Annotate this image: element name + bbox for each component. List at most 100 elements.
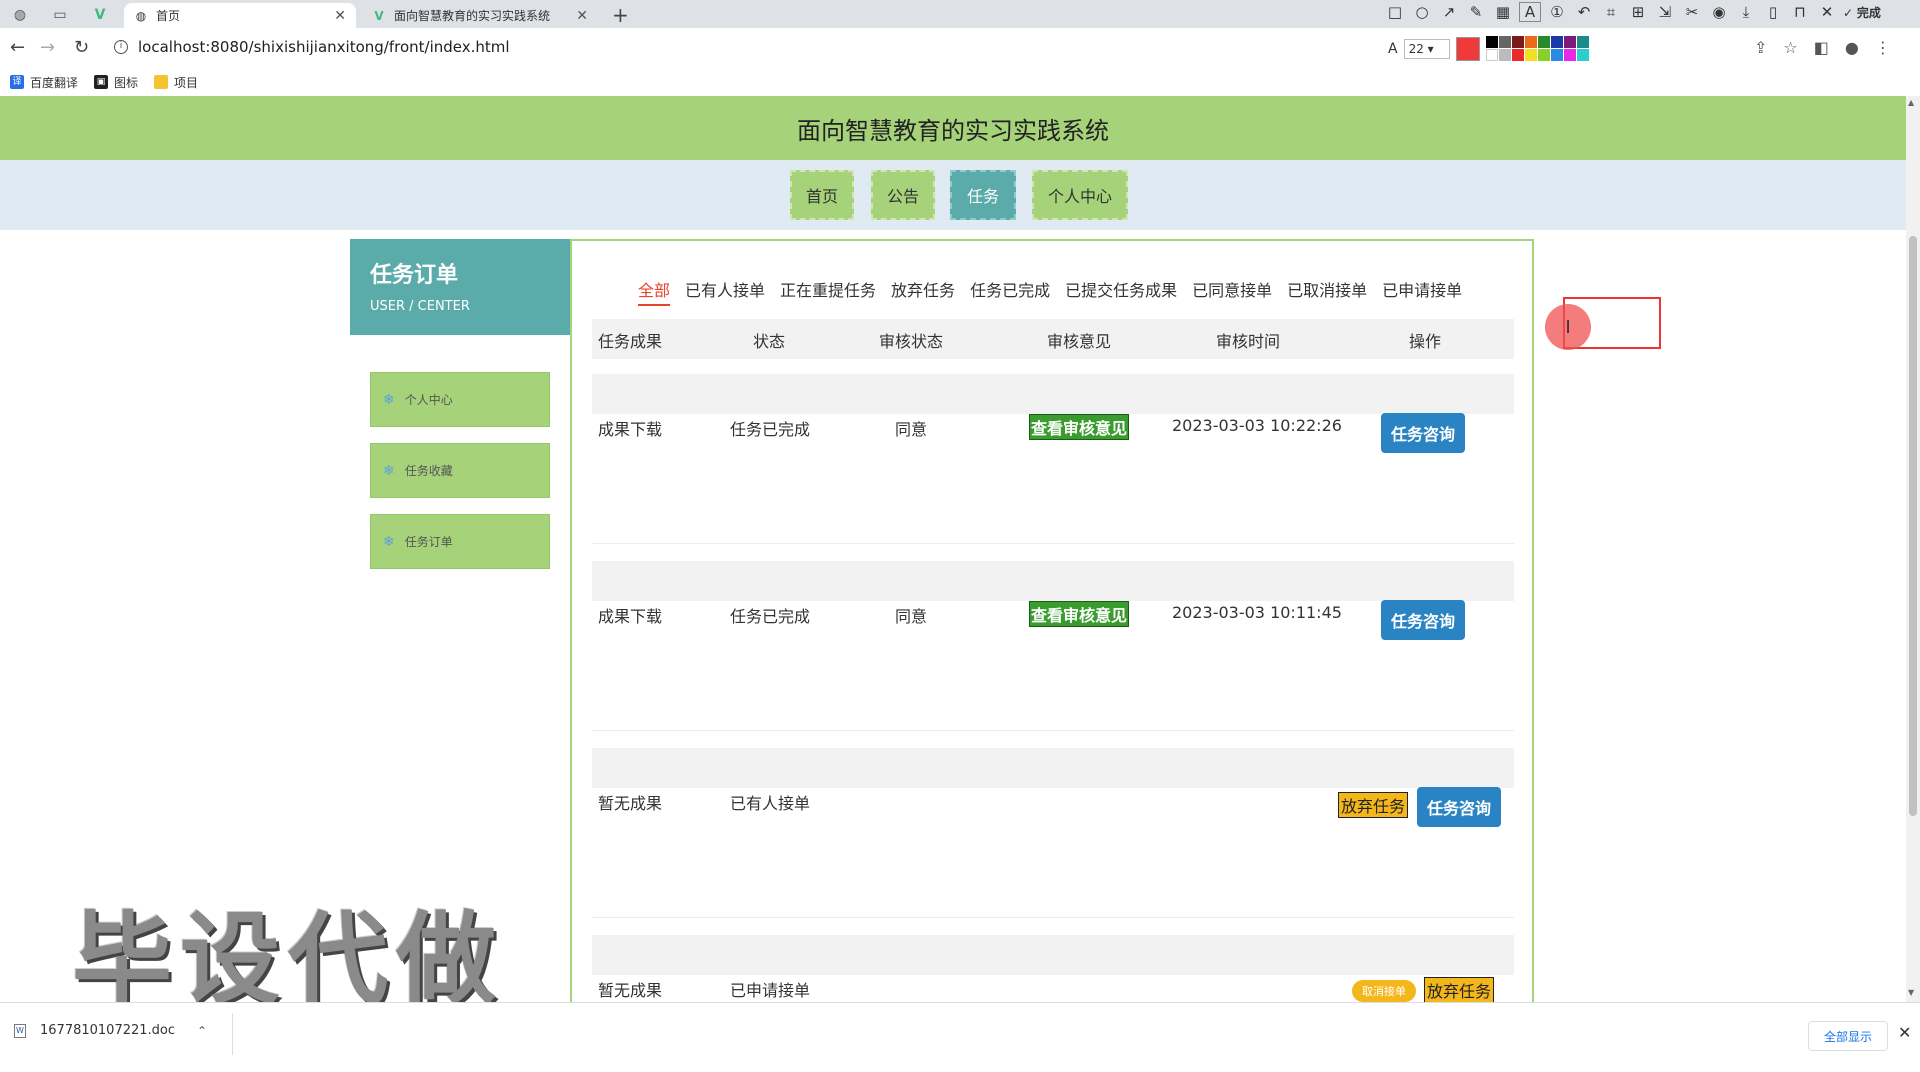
star-icon[interactable]: ☆ (1783, 38, 1797, 57)
profile-icon[interactable]: ● (1845, 38, 1859, 57)
record-icon[interactable]: ◉ (1708, 3, 1730, 21)
sidebar-item-task-orders[interactable]: ❄ 任务订单 (370, 514, 550, 569)
color-swatch[interactable] (1498, 49, 1511, 61)
color-swatch[interactable] (1485, 36, 1498, 48)
pen-tool-icon[interactable]: ✎ (1465, 3, 1487, 21)
filter-approved[interactable]: 已同意接单 (1192, 277, 1272, 306)
task-consult-button[interactable]: 任务咨询 (1417, 787, 1501, 827)
ocr-icon[interactable]: ⊞ (1627, 3, 1649, 21)
pinned-tab-vue-icon[interactable]: V (84, 3, 116, 27)
show-all-button[interactable]: 全部显示 (1808, 1021, 1888, 1051)
color-swatch[interactable] (1511, 49, 1524, 61)
crop-icon[interactable]: ⌗ (1600, 3, 1622, 21)
download-item[interactable]: W 1677810107221.doc ⌃ (14, 1023, 207, 1038)
sidebar-item-task-favorites[interactable]: ❄ 任务收藏 (370, 443, 550, 498)
button-label: 查看审核意见 (1030, 606, 1127, 625)
nav-label: 个人中心 (1047, 187, 1112, 206)
close-tab-icon[interactable]: ✕ (576, 8, 588, 24)
color-swatch[interactable] (1550, 36, 1563, 48)
done-button[interactable]: ✓ 完成 (1843, 4, 1881, 21)
view-opinion-button[interactable]: 查看审核意见 (1029, 414, 1129, 440)
forward-icon[interactable]: → (40, 37, 55, 58)
color-swatch[interactable] (1485, 49, 1498, 61)
back-icon[interactable]: ← (10, 37, 25, 58)
color-swatch[interactable] (1524, 49, 1537, 61)
bookmark-baidu-translate[interactable]: 译百度翻译 (10, 74, 78, 91)
task-consult-button[interactable]: 任务咨询 (1381, 600, 1465, 640)
pinned-tab-blank-icon[interactable]: ▭ (44, 3, 76, 27)
nav-label: 首页 (805, 187, 838, 206)
text-tool-icon[interactable]: A (1519, 2, 1541, 22)
view-opinion-button[interactable]: 查看审核意见 (1029, 601, 1129, 627)
color-swatch[interactable] (1576, 49, 1589, 61)
pin-icon[interactable]: ✂ (1681, 3, 1703, 21)
arrow-tool-icon[interactable]: ↗ (1438, 3, 1460, 21)
download-result-link[interactable]: 成果下载 (598, 416, 662, 440)
row-band (592, 935, 1514, 975)
color-swatch[interactable] (1498, 36, 1511, 48)
address-bar-row: ← → ↻ i localhost:8080/shixishijianxiton… (0, 28, 1920, 68)
button-label: 任务咨询 (1390, 425, 1455, 444)
filter-resubmitting[interactable]: 正在重提任务 (780, 277, 876, 306)
scroll-up-icon[interactable]: ▲ (1908, 98, 1914, 107)
scrollbar-thumb[interactable] (1909, 236, 1917, 816)
page-scrollbar[interactable]: ▲ ▼ (1906, 96, 1920, 1002)
color-swatch[interactable] (1563, 49, 1576, 61)
scroll-down-icon[interactable]: ▼ (1908, 988, 1914, 997)
nav-label: 任务 (966, 187, 999, 206)
close-annotation-icon[interactable]: ✕ (1816, 3, 1838, 21)
color-swatch[interactable] (1563, 36, 1576, 48)
download-icon[interactable]: ⤓ (1735, 3, 1757, 21)
sidepanel-icon[interactable]: ◧ (1814, 38, 1829, 57)
download-result-link[interactable]: 成果下载 (598, 603, 662, 627)
close-tab-icon[interactable]: ✕ (334, 8, 346, 24)
filter-result-submitted[interactable]: 已提交任务成果 (1065, 277, 1177, 306)
reload-icon[interactable]: ↻ (74, 37, 89, 58)
filter-all[interactable]: 全部 (638, 277, 671, 306)
nav-personal-center[interactable]: 个人中心 (1032, 170, 1128, 220)
rectangle-tool-icon[interactable]: □ (1384, 3, 1406, 21)
task-consult-button[interactable]: 任务咨询 (1381, 413, 1465, 453)
color-swatch[interactable] (1550, 49, 1563, 61)
mosaic-tool-icon[interactable]: ▦ (1492, 3, 1514, 21)
nav-announcements[interactable]: 公告 (871, 170, 935, 220)
filter-applied[interactable]: 已申请接单 (1382, 277, 1462, 306)
color-swatch[interactable] (1511, 36, 1524, 48)
nav-label: 公告 (886, 187, 919, 206)
abandon-task-button[interactable]: 放弃任务 (1424, 977, 1494, 1002)
circle-tool-icon[interactable]: ○ (1411, 3, 1433, 21)
color-swatch[interactable] (1537, 36, 1550, 48)
share-icon[interactable]: ⇪ (1754, 38, 1767, 57)
nav-tasks[interactable]: 任务 (950, 170, 1016, 220)
filter-abandoned[interactable]: 放弃任务 (891, 277, 955, 306)
color-swatch[interactable] (1537, 49, 1550, 61)
filter-cancelled[interactable]: 已取消接单 (1287, 277, 1367, 306)
chevron-up-icon[interactable]: ⌃ (197, 1024, 207, 1038)
nav-home[interactable]: 首页 (790, 170, 854, 220)
long-screenshot-icon[interactable]: ⇲ (1654, 3, 1676, 21)
sidebar-item-personal-center[interactable]: ❄ 个人中心 (370, 372, 550, 427)
undo-icon[interactable]: ↶ (1573, 3, 1595, 21)
bookmark-icon[interactable]: ⊓ (1789, 3, 1811, 21)
filter-completed[interactable]: 任务已完成 (970, 277, 1050, 306)
bookmark-icons[interactable]: ▣ 图标 (94, 74, 138, 91)
url-field[interactable]: localhost:8080/shixishijianxitong/front/… (116, 38, 510, 56)
font-size-select[interactable]: 22 ▾ (1403, 38, 1450, 59)
vue-icon: V (374, 8, 384, 23)
abandon-task-button[interactable]: 放弃任务 (1338, 792, 1408, 818)
menu-icon[interactable]: ⋮ (1875, 38, 1891, 57)
color-swatch[interactable] (1524, 36, 1537, 48)
current-color-swatch[interactable] (1455, 36, 1480, 61)
close-download-bar-icon[interactable]: ✕ (1898, 1023, 1911, 1042)
tab-system[interactable]: V 面向智慧教育的实习实践系统 ✕ (362, 3, 598, 28)
pinned-tab-globe-icon[interactable]: ◍ (4, 3, 36, 27)
cancel-order-button[interactable]: 取消接单 (1352, 980, 1416, 1002)
filter-accepted[interactable]: 已有人接单 (685, 277, 765, 306)
new-tab-button[interactable]: + (612, 3, 629, 27)
color-swatch[interactable] (1576, 36, 1589, 48)
phone-icon[interactable]: ▯ (1762, 3, 1784, 21)
bookmark-project[interactable]: 项目 (154, 74, 198, 91)
number-tool-icon[interactable]: ① (1546, 3, 1568, 21)
tab-home[interactable]: ◍ 首页 ✕ (124, 3, 356, 28)
button-label: 任务咨询 (1390, 612, 1455, 631)
